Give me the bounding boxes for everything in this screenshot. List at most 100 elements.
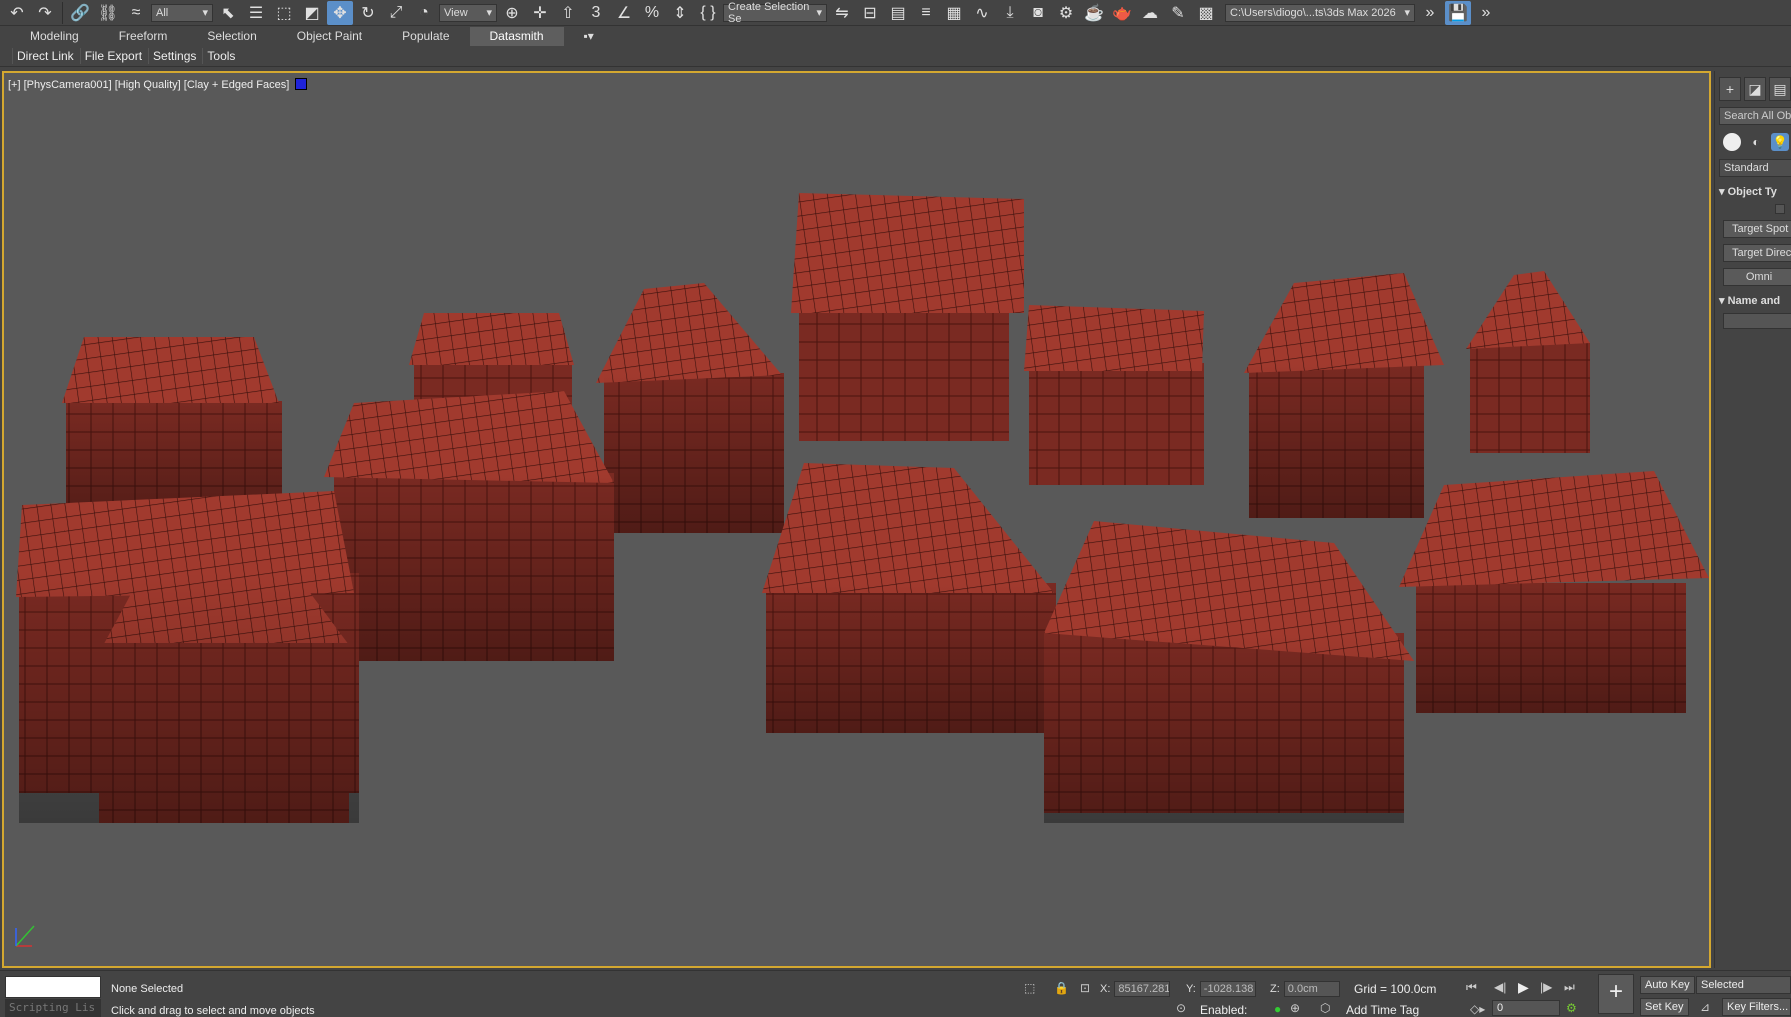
enabled-toggle-icon[interactable]: ⊕ <box>1290 1001 1300 1015</box>
category-dropdown[interactable]: Standard <box>1719 159 1791 177</box>
named-selection-dropdown[interactable]: Create Selection Se ▾ <box>723 1 827 25</box>
tools-button[interactable]: Tools <box>202 48 239 64</box>
settings-button[interactable]: Settings <box>148 48 200 64</box>
object-name-field[interactable] <box>1723 313 1791 329</box>
scripting-listener-field[interactable]: Scripting Lis <box>5 999 101 1017</box>
adaptive-degradation-icon[interactable]: ⊙ <box>1176 1001 1186 1015</box>
save-icon[interactable]: 💾 <box>1445 0 1471 25</box>
mirror-icon[interactable]: ⇋ <box>829 1 855 25</box>
house-model[interactable] <box>1399 471 1709 713</box>
workspace-icon[interactable]: ▩ <box>1193 1 1219 25</box>
tab-freeform[interactable]: Freeform <box>99 27 188 46</box>
go-to-start-icon[interactable]: ⏮ <box>1466 980 1477 995</box>
set-key-button[interactable]: Set Key <box>1640 998 1689 1016</box>
tab-populate[interactable]: Populate <box>382 27 469 46</box>
tab-object-paint[interactable]: Object Paint <box>277 27 382 46</box>
key-mode-icon[interactable]: ◇▸ <box>1470 1002 1485 1016</box>
y-field[interactable]: -1028.138 <box>1199 981 1256 997</box>
unlink-icon[interactable]: ⛓ <box>95 1 121 25</box>
rectangular-selection-icon[interactable]: ⬚ <box>271 1 297 25</box>
go-to-end-icon[interactable]: ⏭ <box>1564 980 1575 995</box>
modify-tab-icon[interactable]: ◪ <box>1744 77 1766 101</box>
bind-space-warp-icon[interactable]: ≈ <box>123 1 149 25</box>
lights-icon[interactable]: 💡 <box>1771 133 1789 151</box>
key-filter-selection-dropdown[interactable]: Selected <box>1696 976 1791 994</box>
object-type-rollout[interactable]: ▾ Object Ty <box>1719 185 1791 198</box>
paint-brush-icon[interactable]: ✎ <box>1165 1 1191 25</box>
rotate-icon[interactable]: ↻ <box>355 1 381 25</box>
house-model[interactable] <box>1244 273 1444 518</box>
chevron-right-icon[interactable]: » <box>1417 1 1443 25</box>
window-crossing-icon[interactable]: ◩ <box>299 1 325 25</box>
house-model[interactable] <box>762 463 1056 733</box>
house-model[interactable] <box>596 283 784 533</box>
next-frame-icon[interactable]: |▶ <box>1540 980 1552 994</box>
undo-icon[interactable]: ↶ <box>4 1 30 25</box>
absolute-mode-icon[interactable]: ⊡ <box>1080 981 1090 995</box>
previous-frame-icon[interactable]: ◀| <box>1494 980 1506 994</box>
target-spot-button[interactable]: Target Spot <box>1723 220 1791 238</box>
house-model[interactable] <box>1024 305 1204 485</box>
autogrid-checkbox[interactable] <box>1775 204 1785 214</box>
move-icon[interactable]: ✥ <box>327 0 353 25</box>
current-frame-field[interactable]: 0 <box>1492 1000 1560 1016</box>
create-tab-icon[interactable]: + <box>1719 77 1741 101</box>
z-field[interactable]: 0.0cm <box>1283 981 1340 997</box>
link-icon[interactable]: 🔗 <box>67 1 93 25</box>
set-key-mode-icon[interactable]: + <box>1598 974 1634 1014</box>
house-model[interactable] <box>1466 271 1590 453</box>
tab-selection[interactable]: Selection <box>187 27 276 46</box>
file-export-button[interactable]: File Export <box>79 48 146 64</box>
place-icon[interactable]: ◔ <box>411 1 437 25</box>
angle-snap-icon[interactable]: ∠ <box>611 1 637 25</box>
play-icon[interactable]: ▶ <box>1518 979 1529 996</box>
shapes-icon[interactable]: ◐ <box>1747 133 1765 151</box>
scene-explorer-icon[interactable]: ▤ <box>885 1 911 25</box>
add-time-tag-label[interactable]: Add Time Tag <box>1346 1003 1419 1017</box>
tab-datasmith[interactable]: Datasmith <box>469 27 564 46</box>
isolate-selection-icon[interactable]: ⬚ <box>1024 981 1035 995</box>
x-field[interactable]: 85167.281 <box>1114 981 1171 997</box>
search-input[interactable]: Search All Obj <box>1719 107 1791 125</box>
toggle-ribbon-icon[interactable]: ▦ <box>941 1 967 25</box>
perspective-viewport[interactable]: [+] [PhysCamera001] [High Quality] [Clay… <box>2 71 1711 968</box>
render-production-icon[interactable]: 🫖 <box>1109 1 1135 25</box>
geometry-icon[interactable] <box>1723 133 1741 151</box>
edit-named-selection-icon[interactable]: { } <box>695 1 721 25</box>
hierarchy-tab-icon[interactable]: ▤ <box>1769 77 1791 101</box>
maxscript-input[interactable] <box>5 976 101 998</box>
schematic-view-icon[interactable]: ⤓ <box>997 1 1023 25</box>
lock-selection-icon[interactable]: 🔒 <box>1054 981 1069 995</box>
select-manipulate-icon[interactable]: ✛ <box>527 1 553 25</box>
render-cloud-icon[interactable]: ☁ <box>1137 1 1163 25</box>
auto-key-button[interactable]: Auto Key <box>1640 976 1695 994</box>
spinner-snap-icon[interactable]: ⇕ <box>667 1 693 25</box>
chevron-right-icon[interactable]: » <box>1473 1 1499 25</box>
viewport-label[interactable]: [+] [PhysCamera001] [High Quality] [Clay… <box>8 78 308 91</box>
direct-link-button[interactable]: Direct Link <box>12 48 78 64</box>
curve-editor-icon[interactable]: ∿ <box>969 1 995 25</box>
house-model[interactable] <box>16 491 359 823</box>
select-object-icon[interactable]: ⬉ <box>215 1 241 25</box>
percent-snap-icon[interactable]: % <box>639 1 665 25</box>
project-path-dropdown[interactable]: C:\Users\diogo\...ts\3ds Max 2026 ▾ <box>1225 3 1415 22</box>
render-setup-icon[interactable]: ⚙ <box>1053 1 1079 25</box>
scale-icon[interactable]: ⤢ <box>383 1 409 25</box>
omni-button[interactable]: Omni <box>1723 268 1791 286</box>
keyboard-shortcut-icon[interactable]: ⇧ <box>555 1 581 25</box>
house-model[interactable] <box>324 391 614 661</box>
tab-modeling[interactable]: Modeling <box>10 27 99 46</box>
target-direct-button[interactable]: Target Direc <box>1723 244 1791 262</box>
pivot-center-icon[interactable]: ⊕ <box>499 1 525 25</box>
house-model[interactable] <box>791 193 1024 441</box>
select-by-name-icon[interactable]: ☰ <box>243 1 269 25</box>
name-and-color-rollout[interactable]: ▾ Name and <box>1719 294 1791 307</box>
snaps-toggle-icon[interactable]: 3 <box>583 1 609 25</box>
ribbon-options-icon[interactable]: ▪▾ <box>564 27 614 46</box>
time-config-icon[interactable]: ⚙ <box>1566 1001 1577 1015</box>
redo-icon[interactable]: ↷ <box>32 1 58 25</box>
key-filters-icon[interactable]: ⊿ <box>1700 1000 1710 1014</box>
time-tag-icon[interactable]: ⬡ <box>1320 1001 1330 1015</box>
material-editor-icon[interactable]: ◙ <box>1025 1 1051 25</box>
reference-coord-dropdown[interactable]: View ▾ <box>439 3 497 22</box>
